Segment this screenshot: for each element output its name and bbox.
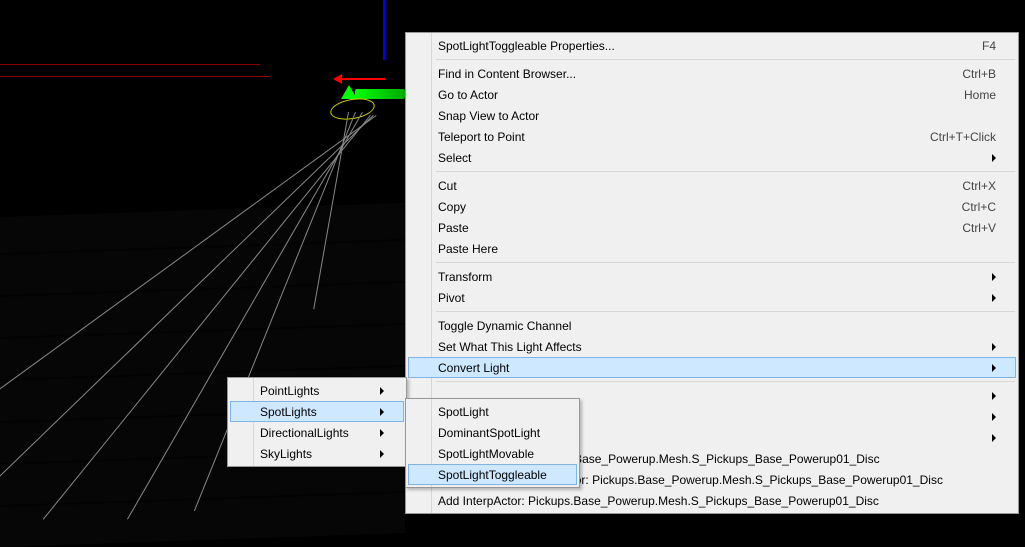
menu-item-label: Teleport to Point <box>438 130 525 144</box>
menu-item-label: Select <box>438 151 471 165</box>
menu-item-label: SpotLightToggleable <box>438 468 547 482</box>
menu-item-label: PointLights <box>260 384 319 398</box>
menu-item-shortcut: Home <box>934 88 996 102</box>
viewport-guide-line <box>0 64 260 65</box>
chevron-right-icon <box>992 343 996 351</box>
menu-item-set-what-this-light-affects[interactable]: Set What This Light Affects <box>408 336 1016 357</box>
menu-item-label: Find in Content Browser... <box>438 67 576 81</box>
menu-item-label: SpotLightMovable <box>438 447 534 461</box>
chevron-right-icon <box>380 429 384 437</box>
menu-item-spotlight[interactable]: SpotLight <box>408 401 577 422</box>
chevron-right-icon <box>992 434 996 442</box>
menu-separator <box>436 381 1015 382</box>
axis-x-arrow-icon <box>333 74 342 84</box>
viewport-guide-line <box>0 76 270 77</box>
menu-item-label: Transform <box>438 270 492 284</box>
chevron-right-icon <box>380 450 384 458</box>
chevron-right-icon <box>992 413 996 421</box>
menu-item-label: SpotLight <box>438 405 489 419</box>
menu-item-find-in-content-browser[interactable]: Find in Content Browser... Ctrl+B <box>408 63 1016 84</box>
menu-item-spotlightmovable[interactable]: SpotLightMovable <box>408 443 577 464</box>
axis-z-icon <box>383 0 385 60</box>
menu-item-transform[interactable]: Transform <box>408 266 1016 287</box>
menu-separator <box>436 59 1015 60</box>
chevron-right-icon <box>992 294 996 302</box>
menu-item-spotlighttoggleable[interactable]: SpotLightToggleable <box>408 464 577 485</box>
menu-item-label: Convert Light <box>438 361 509 375</box>
menu-item-label: Toggle Dynamic Channel <box>438 319 571 333</box>
menu-item-paste[interactable]: Paste Ctrl+V <box>408 217 1016 238</box>
menu-item-spotlights[interactable]: SpotLights <box>230 401 404 422</box>
menu-item-label: Cut <box>438 179 457 193</box>
menu-separator <box>436 311 1015 312</box>
menu-item-paste-here[interactable]: Paste Here <box>408 238 1016 259</box>
chevron-right-icon <box>992 364 996 372</box>
menu-item-label: Set What This Light Affects <box>438 340 582 354</box>
submenu-convert-light[interactable]: SpotLight DominantSpotLight SpotLightMovab… <box>405 398 580 488</box>
menu-item-shortcut: Ctrl+C <box>932 200 996 214</box>
menu-separator <box>436 262 1015 263</box>
submenu-light-categories[interactable]: PointLights SpotLights DirectionalLights Sk… <box>227 377 407 467</box>
menu-item-label: Copy <box>438 200 466 214</box>
menu-item-label: Paste <box>438 221 469 235</box>
menu-item-label: Snap View to Actor <box>438 109 539 123</box>
menu-item-shortcut: Ctrl+V <box>932 221 996 235</box>
menu-item-spotlighttoggleable-properties[interactable]: SpotLightToggleable Properties... F4 <box>408 35 1016 56</box>
menu-item-label: Add InterpActor: Pickups.Base_Powerup.Me… <box>438 494 879 508</box>
menu-item-label: DirectionalLights <box>260 426 349 440</box>
chevron-right-icon <box>992 273 996 281</box>
menu-item-directionallights[interactable]: DirectionalLights <box>230 422 404 443</box>
menu-item-convert-light[interactable]: Convert Light <box>408 357 1016 378</box>
menu-item-select[interactable]: Select <box>408 147 1016 168</box>
menu-item-label: DominantSpotLight <box>438 426 540 440</box>
chevron-right-icon <box>380 408 384 416</box>
menu-item-shortcut: Ctrl+X <box>932 179 996 193</box>
menu-item-toggle-dynamic-channel[interactable]: Toggle Dynamic Channel <box>408 315 1016 336</box>
menu-item-copy[interactable]: Copy Ctrl+C <box>408 196 1016 217</box>
menu-item-pointlights[interactable]: PointLights <box>230 380 404 401</box>
menu-item-skylights[interactable]: SkyLights <box>230 443 404 464</box>
menu-item-label: Paste Here <box>438 242 498 256</box>
menu-item-shortcut: Ctrl+B <box>932 67 996 81</box>
menu-item-shortcut: F4 <box>952 39 996 53</box>
chevron-right-icon <box>992 154 996 162</box>
axis-x-icon <box>340 78 385 80</box>
menu-item-cut[interactable]: Cut Ctrl+X <box>408 175 1016 196</box>
menu-item-teleport-to-point[interactable]: Teleport to Point Ctrl+T+Click <box>408 126 1016 147</box>
menu-item-label: SpotLightToggleable Properties... <box>438 39 615 53</box>
menu-item-add-interpactor-pickups-base-powerup-mesh-s-pickups-base-powerup01-disc[interactable]: Add InterpActor: Pickups.Base_Powerup.Me… <box>408 490 1016 511</box>
menu-item-pivot[interactable]: Pivot <box>408 287 1016 308</box>
menu-item-snap-view-to-actor[interactable]: Snap View to Actor <box>408 105 1016 126</box>
menu-separator <box>436 171 1015 172</box>
chevron-right-icon <box>380 387 384 395</box>
menu-item-label: SpotLights <box>260 405 317 419</box>
menu-item-label: Go to Actor <box>438 88 498 102</box>
menu-item-label: Pivot <box>438 291 465 305</box>
menu-item-dominantspotlight[interactable]: DominantSpotLight <box>408 422 577 443</box>
menu-item-shortcut: Ctrl+T+Click <box>900 130 996 144</box>
chevron-right-icon <box>992 392 996 400</box>
menu-item-go-to-actor[interactable]: Go to Actor Home <box>408 84 1016 105</box>
menu-item-label: SkyLights <box>260 447 312 461</box>
